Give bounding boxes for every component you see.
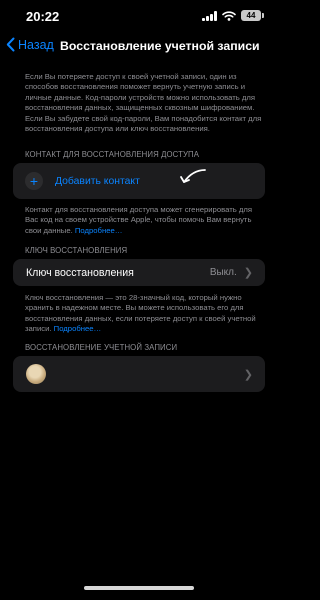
recovery-key-row[interactable]: Ключ восстановления Выкл. ❯ (13, 259, 265, 286)
recovery-contact-footer-text: Контакт для восстановления доступа может… (25, 205, 253, 235)
status-icons: 44 (202, 10, 264, 21)
chevron-left-icon (6, 37, 15, 52)
recovery-contact-header: КОНТАКТ ДЛЯ ВОССТАНОВЛЕНИЯ ДОСТУПА (25, 150, 200, 159)
battery-icon: 44 (241, 10, 264, 21)
pointer-arrow-icon (180, 169, 206, 183)
chevron-right-icon: ❯ (243, 267, 253, 279)
status-bar: 20:22 44 (0, 0, 277, 34)
recovery-contact-more-link[interactable]: Подробнее… (75, 226, 123, 235)
status-time: 20:22 (26, 9, 60, 24)
recovery-key-more-link[interactable]: Подробнее… (54, 324, 102, 333)
wifi-icon (222, 10, 236, 21)
recovery-key-footer: Ключ восстановления — это 28-значный код… (25, 293, 263, 335)
add-contact-label: Добавить контакт (55, 175, 140, 187)
account-recovery-header: ВОССТАНОВЛЕНИЕ УЧЕТНОЙ ЗАПИСИ (25, 343, 178, 352)
recovery-key-status: Выкл. (209, 267, 237, 278)
back-button[interactable]: Назад (6, 37, 54, 52)
back-label: Назад (18, 37, 54, 52)
account-recovery-row[interactable]: ❯ (13, 356, 265, 392)
battery-level: 44 (246, 11, 256, 20)
chevron-right-icon: ❯ (243, 368, 253, 381)
avatar (26, 364, 46, 384)
recovery-contact-footer: Контакт для восстановления доступа может… (25, 205, 263, 236)
plus-circle-icon: + (25, 172, 43, 190)
navigation-bar: Назад Восстановление учетной записи (0, 34, 277, 60)
intro-description: Если Вы потеряете доступ к своей учетной… (25, 72, 262, 134)
page-title: Восстановление учетной записи (60, 39, 260, 53)
home-indicator (84, 586, 194, 590)
recovery-key-header: КЛЮЧ ВОССТАНОВЛЕНИЯ (25, 246, 128, 255)
recovery-key-label: Ключ восстановления (26, 266, 134, 279)
add-contact-button[interactable]: + Добавить контакт (13, 163, 265, 199)
signal-icon (202, 10, 217, 21)
